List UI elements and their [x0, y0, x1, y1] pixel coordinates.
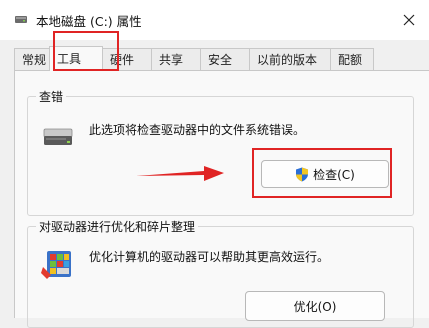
tab-general[interactable]: 常规	[14, 48, 50, 71]
check-button[interactable]: 检查(C)	[261, 160, 389, 188]
title-bar: 本地磁盘 (C:) 属性	[0, 0, 429, 40]
error-check-description: 此选项将检查驱动器中的文件系统错误。	[89, 123, 306, 137]
drive-window-icon	[15, 16, 27, 23]
tab-hardware[interactable]: 硬件	[102, 48, 152, 71]
check-button-label: 检查(C)	[313, 167, 355, 182]
tab-quota[interactable]: 配额	[330, 48, 374, 71]
close-icon	[403, 14, 415, 26]
error-check-legend: 查错	[36, 88, 67, 105]
drive-icon	[43, 128, 73, 145]
close-button[interactable]	[389, 0, 429, 40]
optimize-description: 优化计算机的驱动器可以帮助其更高效运行。	[89, 250, 330, 264]
optimize-legend: 对驱动器进行优化和碎片整理	[36, 218, 199, 235]
error-check-group: 查错	[27, 88, 414, 216]
tab-strip: 常规 工具 硬件 共享 安全 以前的版本 配额	[14, 46, 374, 71]
tab-security[interactable]: 安全	[200, 48, 250, 71]
shield-icon	[296, 167, 309, 181]
arrow-icon	[136, 166, 224, 181]
tab-tools[interactable]: 工具	[49, 46, 103, 71]
tools-panel: 查错 此选项将检查驱动器中的文件系统错误。 检查(C) 对驱动器进行优化和碎片整…	[14, 70, 429, 328]
optimize-button-label: 优化(O)	[293, 299, 337, 314]
tab-sharing[interactable]: 共享	[151, 48, 201, 71]
tab-previous-versions[interactable]: 以前的版本	[249, 48, 331, 71]
defrag-icon	[41, 251, 71, 279]
window-title: 本地磁盘 (C:) 属性	[36, 14, 142, 29]
